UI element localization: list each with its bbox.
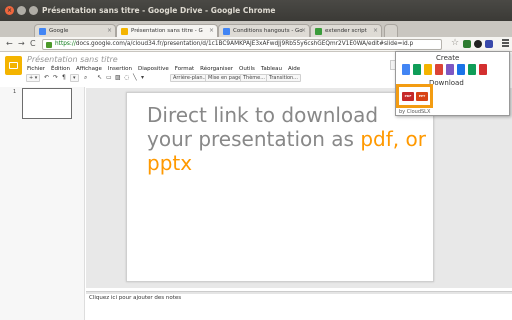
minimize-window-button[interactable]	[17, 6, 26, 15]
close-window-button[interactable]: ×	[5, 6, 14, 15]
address-bar[interactable]: https://docs.google.com/a/cloud34.fr/pre…	[42, 39, 442, 50]
tab-label: Présentation sans titre - G	[131, 28, 203, 34]
script-favicon-icon	[315, 28, 322, 35]
comment-icon[interactable]: ▾	[141, 75, 144, 81]
tab-close-icon[interactable]: ×	[107, 27, 112, 34]
theme-button[interactable]: Thème...	[240, 74, 269, 82]
reload-icon[interactable]: C	[30, 39, 36, 48]
zoom-icon[interactable]: ⌕	[84, 75, 87, 81]
toolbar: + ▾ ↶ ↷ ¶ ▾ ⌕ ↖ ▭ ▨ ◌ ╲ ▾ Arrière-plan..…	[22, 74, 392, 84]
menu-bar: Fichier Édition Affichage Insertion Diap…	[27, 66, 300, 72]
textbox-icon[interactable]: ▭	[106, 75, 112, 81]
slide[interactable]: Direct link to download your presentatio…	[126, 92, 434, 282]
slides-favicon-icon	[121, 28, 128, 35]
slide-text: Direct link to download your presentatio…	[147, 103, 379, 151]
title-bar: × Présentation sans titre - Google Drive…	[0, 0, 512, 21]
tab-presentation[interactable]: Présentation sans titre - G ×	[116, 24, 218, 37]
download-options-highlight: PDF PPT	[396, 84, 433, 108]
extension-icon[interactable]	[474, 40, 482, 48]
menu-edition[interactable]: Édition	[51, 66, 70, 72]
speaker-notes-field[interactable]: Cliquez ici pour ajouter des notes	[89, 295, 181, 301]
new-form-icon[interactable]	[446, 64, 454, 75]
create-label: Create	[436, 54, 460, 62]
line-icon[interactable]: ╲	[133, 75, 137, 81]
drive-favicon-icon	[223, 28, 230, 35]
cloudslx-extension-icon[interactable]	[485, 40, 493, 48]
new-doc-icon[interactable]	[402, 64, 410, 75]
paint-format-icon[interactable]: ¶	[62, 75, 66, 81]
slides-logo-icon[interactable]	[5, 56, 22, 75]
maximize-window-button[interactable]	[29, 6, 38, 15]
notes-divider[interactable]	[86, 291, 512, 294]
slide-number: 1	[13, 89, 17, 95]
tab-close-icon[interactable]: ×	[301, 27, 306, 34]
menu-tableau[interactable]: Tableau	[261, 66, 282, 72]
tab-google[interactable]: Google ×	[34, 24, 116, 37]
new-sheet-icon[interactable]	[413, 64, 421, 75]
lock-icon	[46, 42, 52, 48]
window-controls: ×	[5, 6, 38, 15]
pdf-download-icon[interactable]: PDF	[402, 92, 414, 101]
transition-button[interactable]: Transition...	[266, 74, 301, 82]
menu-insertion[interactable]: Insertion	[108, 66, 132, 72]
slide-text-box[interactable]: Direct link to download your presentatio…	[147, 103, 427, 175]
menu-fichier[interactable]: Fichier	[27, 66, 45, 72]
forward-arrow-icon[interactable]: →	[18, 39, 25, 48]
zoom-button[interactable]: ▾	[70, 74, 79, 82]
undo-icon[interactable]: ↶	[44, 75, 49, 81]
download-label: Download	[429, 79, 464, 87]
slide-filmstrip	[0, 87, 85, 320]
tab-label: Google	[49, 28, 69, 34]
new-drawing-icon[interactable]	[435, 64, 443, 75]
omnibar: ← → C https://docs.google.com/a/cloud34.…	[0, 37, 512, 52]
url-scheme: https://	[55, 41, 76, 47]
tab-close-icon[interactable]: ×	[373, 27, 378, 34]
tab-close-icon[interactable]: ×	[209, 27, 214, 34]
tab-label: extender script	[325, 28, 367, 34]
select-icon[interactable]: ↖	[97, 75, 102, 81]
tab-label: Conditions hangouts - Go	[233, 28, 303, 34]
window-title: Présentation sans titre - Google Drive -…	[42, 6, 276, 15]
document-title[interactable]: Présentation sans titre	[27, 55, 118, 64]
cloudslx-popup: Create Download PDF PPT by CloudSLX	[395, 51, 510, 116]
pptx-download-icon[interactable]: PPT	[416, 92, 428, 101]
image-icon[interactable]: ▨	[115, 75, 121, 81]
menu-aide[interactable]: Aide	[288, 66, 300, 72]
menu-format[interactable]: Format	[175, 66, 194, 72]
new-slide-button[interactable]: + ▾	[26, 74, 41, 82]
tab-conditions-hangouts[interactable]: Conditions hangouts - Go ×	[218, 24, 310, 37]
new-tab-button[interactable]	[384, 24, 398, 37]
by-cloudslx-label: by CloudSLX	[399, 109, 431, 115]
new-table-icon[interactable]	[468, 64, 476, 75]
new-folder-icon[interactable]	[457, 64, 465, 75]
shape-icon[interactable]: ◌	[124, 75, 129, 81]
google-favicon-icon	[39, 28, 46, 35]
menu-outils[interactable]: Outils	[239, 66, 255, 72]
menu-affichage[interactable]: Affichage	[76, 66, 102, 72]
back-arrow-icon[interactable]: ←	[6, 39, 13, 48]
tab-strip: Google × Présentation sans titre - G × C…	[0, 21, 512, 37]
bookmark-star-icon[interactable]: ☆	[451, 38, 459, 48]
chrome-menu-icon[interactable]	[502, 39, 509, 48]
url-text: docs.google.com/a/cloud34.fr/presentatio…	[75, 41, 414, 47]
browser-window: × Présentation sans titre - Google Drive…	[0, 0, 512, 320]
new-script-icon[interactable]	[479, 64, 487, 75]
new-slides-icon[interactable]	[424, 64, 432, 75]
tab-extender-script[interactable]: extender script ×	[310, 24, 382, 37]
redo-icon[interactable]: ↷	[53, 75, 58, 81]
extension-icon[interactable]	[463, 40, 471, 48]
menu-reorganiser[interactable]: Réorganiser	[200, 66, 233, 72]
slide-thumbnail[interactable]	[22, 88, 72, 119]
create-icons	[402, 64, 487, 75]
menu-diapositive[interactable]: Diapositive	[138, 66, 169, 72]
